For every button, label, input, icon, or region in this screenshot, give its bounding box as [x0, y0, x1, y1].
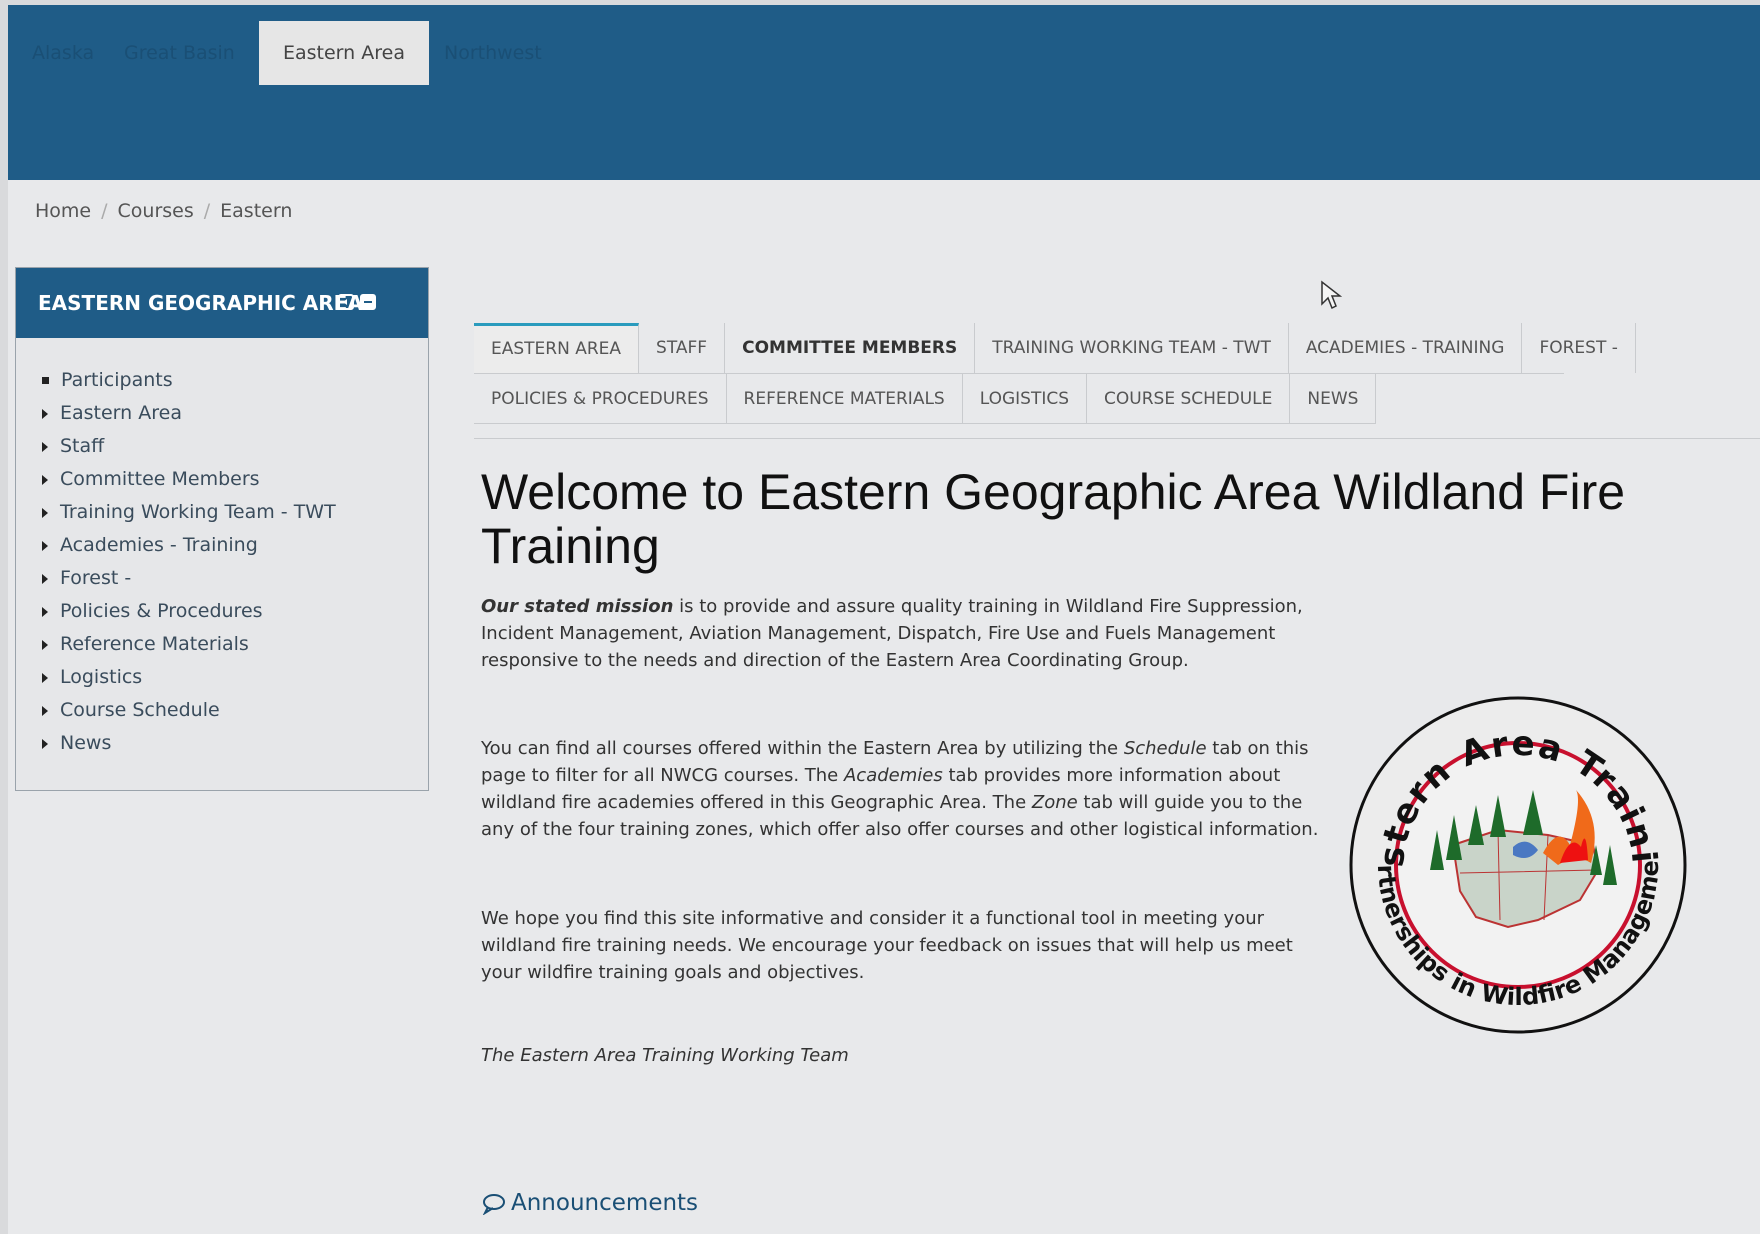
chevron-right-icon	[42, 474, 48, 485]
browser-screen: Alaska Great Basin Eastern Area Northwes…	[8, 5, 1760, 1234]
block-item-label: Eastern Area	[60, 402, 182, 424]
chevron-right-icon	[42, 441, 48, 452]
feedback-paragraph: We hope you find this site informative a…	[481, 908, 1293, 983]
block-item-label: Training Working Team - TWT	[60, 501, 336, 523]
block-item-academies[interactable]: Academies - Training	[42, 529, 428, 562]
courses-paragraph: You can find all courses offered within …	[481, 735, 1331, 843]
tab-row-2: Policies & Procedures Reference Material…	[474, 374, 1564, 424]
block-item-staff[interactable]: Staff	[42, 430, 428, 463]
block-item-forest[interactable]: Forest -	[42, 562, 428, 595]
tab-reference-materials[interactable]: Reference Materials	[726, 374, 963, 424]
tab-divider	[474, 438, 1760, 439]
block-header: EASTERN GEOGRAPHIC AREA	[16, 268, 428, 338]
tab-course-schedule[interactable]: Course Schedule	[1087, 374, 1291, 424]
signature: The Eastern Area Training Working Team	[481, 1045, 849, 1066]
chevron-right-icon	[42, 672, 48, 683]
block-title: EASTERN GEOGRAPHIC AREA	[38, 291, 363, 315]
announcements-icon	[482, 1193, 505, 1216]
schedule-emphasis: Schedule	[1123, 738, 1207, 759]
breadcrumb-eastern[interactable]: Eastern	[220, 200, 292, 222]
chevron-right-icon	[42, 573, 48, 584]
zone-emphasis: Zone	[1031, 792, 1078, 813]
tab-row-1: Eastern Area Staff Committee Members Tra…	[474, 323, 1636, 374]
chevron-right-icon	[42, 639, 48, 650]
tab-training-working-team[interactable]: Training Working Team - TWT	[975, 323, 1289, 373]
breadcrumb-separator: /	[203, 200, 211, 222]
chevron-right-icon	[42, 738, 48, 749]
block-item-training-working-team[interactable]: Training Working Team - TWT	[42, 496, 428, 529]
block-item-label: Forest -	[60, 567, 132, 589]
chevron-right-icon	[42, 606, 48, 617]
mission-paragraph: Our stated mission is to provide and ass…	[481, 593, 1331, 674]
breadcrumb-home[interactable]: Home	[35, 200, 91, 222]
chevron-right-icon	[42, 540, 48, 551]
block-item-label: Staff	[60, 435, 105, 457]
dock-icon[interactable]	[338, 294, 354, 310]
block-item-participants[interactable]: Participants	[42, 364, 428, 397]
block-item-label: Participants	[61, 369, 173, 391]
block-menu: Participants Eastern Area Staff Committe…	[16, 338, 428, 760]
tab-academies[interactable]: Academies - Training	[1289, 323, 1523, 373]
block-item-label: Logistics	[60, 666, 143, 688]
announcements-label: Announcements	[511, 1190, 699, 1216]
block-item-label: News	[60, 732, 112, 754]
block-item-committee-members[interactable]: Committee Members	[42, 463, 428, 496]
block-item-news[interactable]: News	[42, 727, 428, 760]
block-item-policies[interactable]: Policies & Procedures	[42, 595, 428, 628]
courses-text: You can find all courses offered within …	[481, 738, 1124, 759]
eastern-area-training-logo: Eastern Area Training Partnerships in Wi…	[1348, 695, 1687, 1034]
breadcrumb-courses[interactable]: Courses	[118, 200, 194, 222]
block-controls	[338, 294, 382, 364]
nav-tab-great-basin[interactable]: Great Basin	[100, 21, 259, 85]
nav-tab-northwest[interactable]: Northwest	[420, 21, 566, 85]
navigation-block: EASTERN GEOGRAPHIC AREA Participants Eas…	[15, 267, 429, 791]
breadcrumb: Home / Courses / Eastern	[35, 200, 292, 222]
mission-emphasis: Our stated mission	[481, 596, 674, 617]
nav-tab-eastern-area[interactable]: Eastern Area	[259, 21, 429, 85]
tab-committee-members[interactable]: Committee Members	[725, 323, 976, 373]
breadcrumb-separator: /	[101, 200, 108, 222]
content-tabs: Eastern Area Staff Committee Members Tra…	[474, 323, 1636, 424]
tab-logistics[interactable]: Logistics	[962, 374, 1088, 424]
square-bullet-icon	[42, 377, 49, 384]
block-item-label: Policies & Procedures	[60, 600, 263, 622]
block-item-reference-materials[interactable]: Reference Materials	[42, 628, 428, 661]
block-item-label: Committee Members	[60, 468, 260, 490]
block-item-label: Academies - Training	[60, 534, 258, 556]
academies-emphasis: Academies	[843, 765, 943, 786]
tab-staff[interactable]: Staff	[639, 323, 726, 373]
tab-news[interactable]: News	[1290, 374, 1377, 424]
tab-policies[interactable]: Policies & Procedures	[474, 374, 727, 424]
announcements-link[interactable]: Announcements	[482, 1190, 698, 1216]
block-item-eastern-area[interactable]: Eastern Area	[42, 397, 428, 430]
block-item-label: Course Schedule	[60, 699, 220, 721]
chevron-right-icon	[42, 507, 48, 518]
chevron-right-icon	[42, 705, 48, 716]
block-item-course-schedule[interactable]: Course Schedule	[42, 694, 428, 727]
collapse-icon[interactable]	[360, 294, 376, 310]
tab-forest[interactable]: Forest -	[1522, 323, 1636, 373]
tab-eastern-area[interactable]: Eastern Area	[474, 323, 640, 373]
block-item-logistics[interactable]: Logistics	[42, 661, 428, 694]
mouse-cursor-icon	[1321, 280, 1342, 310]
block-item-label: Reference Materials	[60, 633, 249, 655]
page-title: Welcome to Eastern Geographic Area Wildl…	[481, 464, 1626, 574]
chevron-right-icon	[42, 408, 48, 419]
top-navbar: Alaska Great Basin Eastern Area Northwes…	[8, 5, 1760, 180]
